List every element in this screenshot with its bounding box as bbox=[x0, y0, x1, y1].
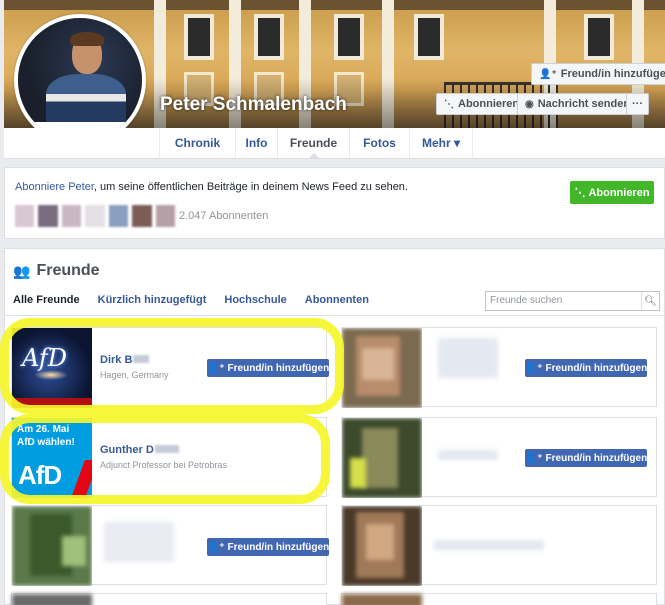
friend-card[interactable] bbox=[341, 505, 657, 586]
add-friend-button[interactable]: 👤⁺ Freund/in hinzufügen bbox=[207, 538, 329, 556]
cover-roof bbox=[4, 0, 665, 10]
avatar-body bbox=[46, 74, 126, 124]
search-placeholder: Freunde suchen bbox=[490, 295, 563, 306]
follower-avatar[interactable] bbox=[155, 205, 175, 227]
follower-avatar[interactable] bbox=[61, 205, 82, 227]
add-friend-button[interactable]: 👤⁺ Freund/in hinzufügen bbox=[531, 63, 665, 85]
highlight-annotation bbox=[0, 318, 344, 414]
blurred-name bbox=[434, 540, 544, 550]
subscribe-text-rest: , um seine öffentlichen Beiträge in dein… bbox=[93, 181, 408, 193]
divider bbox=[5, 315, 665, 316]
cover-window bbox=[584, 14, 614, 60]
tab-info[interactable]: Info bbox=[235, 128, 277, 158]
add-friend-label: Freund/in hinzufügen bbox=[545, 452, 648, 464]
follower-avatar[interactable] bbox=[108, 205, 129, 227]
tab-chronik[interactable]: Chronik bbox=[159, 128, 235, 158]
thumb-pixel bbox=[362, 428, 398, 488]
thumb-pixel bbox=[342, 594, 422, 605]
friends-header: 👥 Freunde bbox=[13, 262, 100, 280]
rss-icon: ⋱ bbox=[444, 98, 454, 110]
add-friend-label: Freund/in hinzufügen bbox=[227, 541, 330, 553]
friend-card[interactable]: 👤⁺ Freund/in hinzufügen bbox=[11, 505, 329, 586]
cover-window bbox=[254, 14, 284, 60]
add-friend-button[interactable]: 👤⁺ Freund/in hinzufügen bbox=[525, 359, 647, 377]
thumb-pixel bbox=[362, 348, 394, 380]
message-button[interactable]: ◉ Nachricht senden bbox=[517, 93, 639, 115]
friends-icon: 👥 bbox=[13, 262, 31, 279]
follower-avatar[interactable] bbox=[85, 205, 105, 227]
rss-icon: ⋱ bbox=[574, 187, 586, 199]
follower-avatars[interactable] bbox=[15, 205, 175, 227]
follower-avatar[interactable] bbox=[15, 205, 35, 227]
follower-avatar[interactable] bbox=[132, 205, 152, 227]
cover-window bbox=[414, 14, 444, 60]
blurred-name bbox=[438, 338, 498, 378]
thumb-pixel bbox=[366, 524, 394, 560]
add-friend-icon: 👤⁺ bbox=[206, 541, 225, 553]
tab-mehr[interactable]: Mehr ▾ bbox=[409, 128, 473, 158]
friends-title[interactable]: Freunde bbox=[36, 262, 99, 280]
profile-name[interactable]: Peter Schmalenbach bbox=[160, 94, 347, 116]
add-friend-icon: 👤⁺ bbox=[524, 362, 543, 374]
blurred-name bbox=[438, 450, 498, 460]
add-friend-label: Freund/in hinzufügen bbox=[545, 362, 648, 374]
cover-window bbox=[334, 14, 364, 60]
message-label: Nachricht senden bbox=[537, 98, 631, 110]
add-friend-icon: 👤⁺ bbox=[524, 452, 543, 464]
blurred-name bbox=[104, 522, 174, 562]
add-friend-label: Freund/in hinzufügen bbox=[560, 68, 665, 80]
tab-fotos[interactable]: Fotos bbox=[349, 128, 409, 158]
subtab-abonnenten[interactable]: Abonnenten bbox=[305, 294, 369, 306]
friend-thumbnail[interactable] bbox=[342, 328, 422, 408]
messenger-icon: ◉ bbox=[525, 98, 534, 110]
search-icon[interactable]: 🔍︎ bbox=[641, 292, 659, 310]
cover-window bbox=[184, 14, 214, 60]
friend-card[interactable] bbox=[341, 593, 657, 605]
profile-nav: Chronik Info Freunde Fotos Mehr ▾ bbox=[4, 128, 665, 159]
subtab-alle-freunde[interactable]: Alle Freunde bbox=[13, 294, 80, 306]
avatar-hair bbox=[70, 32, 104, 46]
friend-thumbnail[interactable] bbox=[12, 506, 92, 586]
thumb-pixel bbox=[350, 458, 366, 488]
subscribe-button[interactable]: ⋱ Abonnieren bbox=[570, 181, 654, 204]
add-friend-icon: 👤⁺ bbox=[539, 68, 557, 80]
tab-freunde[interactable]: Freunde bbox=[277, 128, 349, 158]
subscribe-button-label: Abonnieren bbox=[588, 186, 650, 199]
follow-label: Abonnieren bbox=[458, 98, 520, 110]
subtab-hochschule[interactable]: Hochschule bbox=[224, 294, 286, 306]
subscribe-link[interactable]: Abonniere Peter bbox=[15, 181, 94, 193]
subscribe-panel: Abonniere Peter, um seine öffentlichen B… bbox=[4, 167, 665, 239]
follow-button[interactable]: ⋱ Abonnieren bbox=[436, 93, 528, 115]
highlight-annotation bbox=[0, 414, 330, 504]
subscribe-text: Abonniere Peter, um seine öffentlichen B… bbox=[15, 181, 408, 193]
add-friend-button[interactable]: 👤⁺ Freund/in hinzufügen bbox=[525, 449, 647, 467]
friend-card[interactable] bbox=[11, 593, 327, 605]
follower-avatar[interactable] bbox=[38, 205, 58, 227]
friend-card[interactable]: 👤⁺ Freund/in hinzufügen bbox=[341, 417, 657, 498]
more-options-button[interactable]: ··· bbox=[626, 93, 649, 115]
friend-card[interactable]: 👤⁺ Freund/in hinzufügen bbox=[341, 327, 657, 408]
friends-search-input[interactable]: Freunde suchen 🔍︎ bbox=[485, 291, 660, 311]
subtab-kuerzlich[interactable]: Kürzlich hinzugefügt bbox=[98, 294, 207, 306]
thumb-pixel bbox=[62, 536, 86, 566]
profile-picture[interactable]: KEL MUSS W bbox=[14, 14, 146, 146]
friend-thumbnail[interactable] bbox=[342, 418, 422, 498]
friends-subtabs: Alle Freunde Kürzlich hinzugefügt Hochsc… bbox=[13, 294, 387, 306]
follower-count[interactable]: 2.047 Abonnenten bbox=[179, 210, 268, 222]
friend-thumbnail[interactable] bbox=[342, 506, 422, 586]
more-icon: ··· bbox=[632, 98, 643, 110]
thumb-pixel bbox=[12, 594, 92, 605]
